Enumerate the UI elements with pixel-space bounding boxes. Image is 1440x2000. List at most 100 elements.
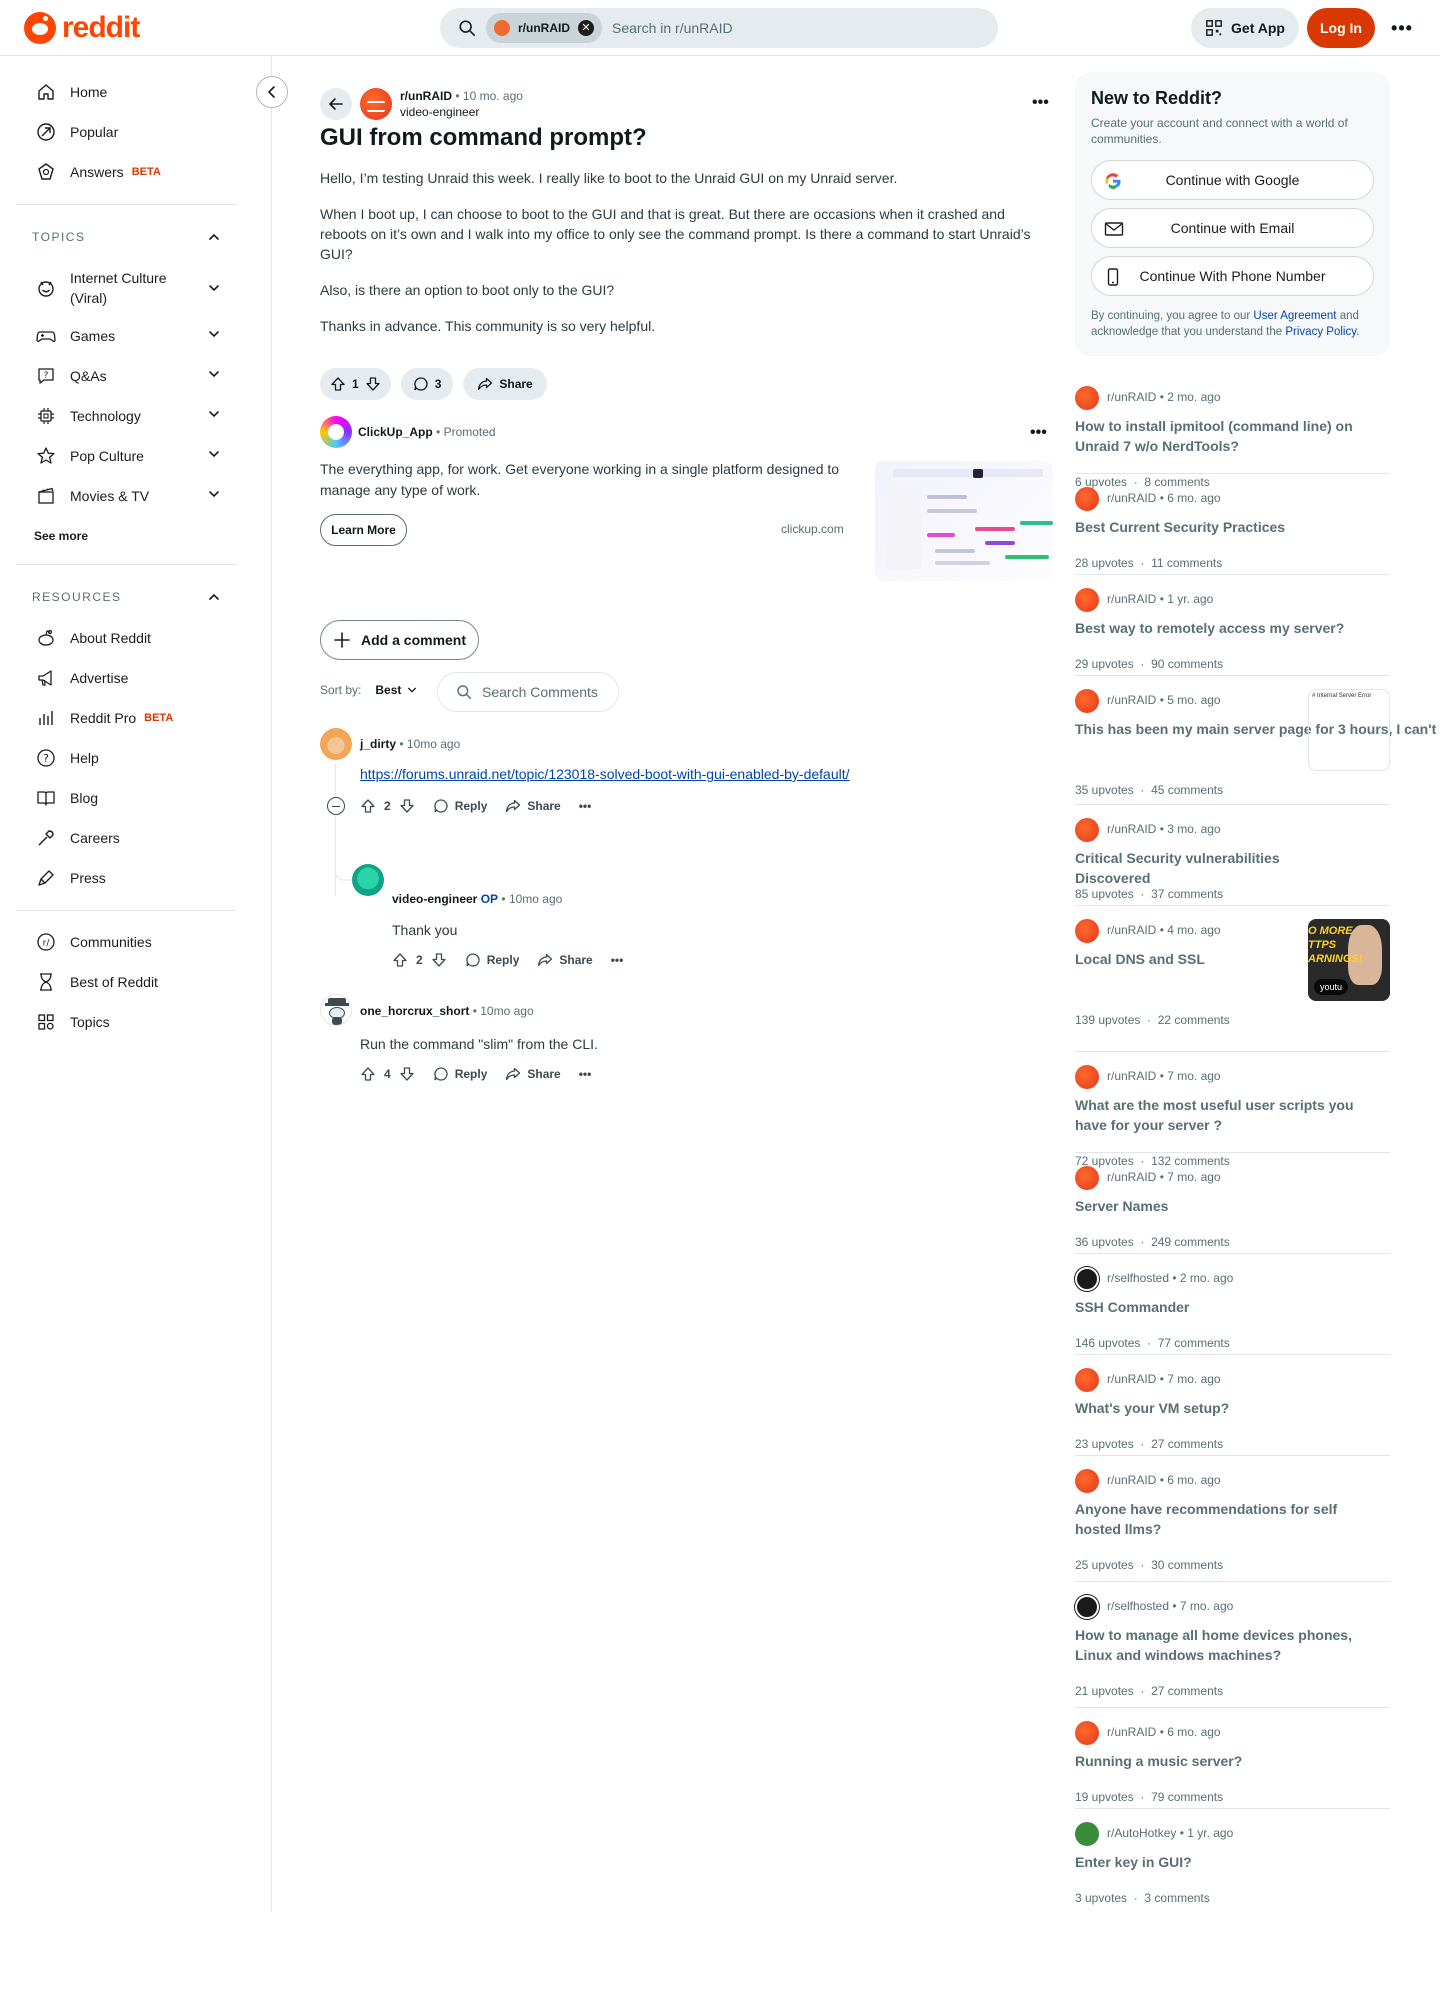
sidebar-item-blog[interactable]: Blog (16, 778, 236, 818)
post-author[interactable]: video-engineer (400, 105, 479, 119)
collapse-thread-button[interactable] (327, 797, 345, 815)
related-post[interactable]: r/unRAID • 4 mo. ago Local DNS and SSL 139… (1075, 919, 1390, 1029)
related-post-subreddit[interactable]: r/selfhosted (1107, 1271, 1169, 1285)
remove-scope-icon[interactable]: ✕ (578, 20, 594, 36)
back-button[interactable] (320, 88, 352, 120)
reply-button[interactable]: Reply (465, 952, 519, 968)
ad-thumbnail[interactable] (875, 461, 1053, 581)
continue-with-google-button[interactable]: Continue with Google (1091, 160, 1374, 200)
downvote-icon[interactable] (431, 952, 447, 968)
search-bar[interactable]: r/unRAID ✕ (440, 8, 998, 48)
sidebar-item-topics[interactable]: Topics (16, 1002, 236, 1042)
related-post-subreddit[interactable]: r/unRAID (1107, 592, 1156, 606)
related-post[interactable]: r/unRAID • 7 mo. ago Server Names 36 upvot… (1075, 1166, 1390, 1251)
get-app-button[interactable]: Get App (1191, 8, 1299, 48)
related-post[interactable]: r/unRAID • 7 mo. ago What are the most us… (1075, 1065, 1390, 1170)
comment-overflow-menu-icon[interactable]: ••• (579, 1067, 592, 1081)
sidebar-item-pop-culture[interactable]: Pop Culture (16, 436, 236, 476)
privacy-policy-link[interactable]: Privacy Policy (1285, 326, 1356, 338)
related-post[interactable]: r/unRAID • 2 mo. ago How to install ipmit… (1075, 386, 1390, 491)
comment-link[interactable]: https://forums.unraid.net/topic/123018-s… (360, 766, 850, 782)
search-scope-chip[interactable]: r/unRAID ✕ (486, 13, 602, 43)
related-post[interactable]: r/AutoHotkey • 1 yr. ago Enter key in GUI… (1075, 1822, 1390, 1907)
related-post[interactable]: r/unRAID • 3 mo. ago Critical Security vu… (1075, 818, 1390, 903)
related-post-subreddit[interactable]: r/unRAID (1107, 693, 1156, 707)
sidebar-item-reddit-pro[interactable]: Reddit Pro BETA (16, 698, 236, 738)
learn-more-button[interactable]: Learn More (320, 514, 407, 546)
upvote-icon[interactable] (360, 1066, 376, 1082)
related-post-subreddit[interactable]: r/unRAID (1107, 923, 1156, 937)
sidebar-item-internet-culture[interactable]: Internet Culture (Viral) (16, 266, 236, 310)
comment-overflow-menu-icon[interactable]: ••• (611, 953, 624, 967)
sidebar-item-technology[interactable]: Technology (16, 396, 236, 436)
search-comments-input[interactable]: Search Comments (437, 672, 619, 712)
share-button[interactable]: Share (505, 1066, 561, 1082)
sidebar-item-help[interactable]: ? Help (16, 738, 236, 778)
comment-author[interactable]: j_dirty (360, 737, 396, 751)
related-post-subreddit[interactable]: r/unRAID (1107, 1372, 1156, 1386)
avatar[interactable] (352, 864, 384, 896)
search-input[interactable] (612, 20, 972, 36)
sidebar-item-about-reddit[interactable]: About Reddit (16, 618, 236, 658)
sidebar-item-press[interactable]: Press (16, 858, 236, 898)
topics-section-header[interactable]: TOPICS (16, 223, 236, 251)
upvote-icon[interactable] (330, 376, 346, 392)
sidebar-item-qas[interactable]: ? Q&As (16, 356, 236, 396)
ad-overflow-menu-icon[interactable]: ••• (1030, 424, 1047, 442)
advertiser-name[interactable]: ClickUp_App (358, 425, 433, 439)
related-post-subreddit[interactable]: r/unRAID (1107, 390, 1156, 404)
share-button[interactable]: Share (537, 952, 593, 968)
related-post[interactable]: r/unRAID • 5 mo. ago This has been my mai… (1075, 689, 1440, 799)
related-post-subreddit[interactable]: r/AutoHotkey (1107, 1826, 1176, 1840)
related-post-subreddit[interactable]: r/unRAID (1107, 491, 1156, 505)
downvote-icon[interactable] (365, 376, 381, 392)
sort-dropdown[interactable]: Best (375, 683, 417, 697)
comment-author[interactable]: video-engineer (392, 892, 477, 906)
advertiser-avatar[interactable] (320, 416, 352, 448)
related-post-subreddit[interactable]: r/unRAID (1107, 822, 1156, 836)
downvote-icon[interactable] (399, 798, 415, 814)
sidebar-item-popular[interactable]: Popular (16, 112, 236, 152)
comment-author[interactable]: one_horcrux_short (360, 1004, 469, 1018)
related-post-subreddit[interactable]: r/selfhosted (1107, 1599, 1169, 1613)
sidebar-item-answers[interactable]: Answers BETA (16, 152, 236, 192)
related-post[interactable]: r/unRAID • 6 mo. ago Running a music serv… (1075, 1721, 1390, 1806)
ad-domain[interactable]: clickup.com (781, 522, 844, 536)
comments-button[interactable]: 3 (400, 368, 454, 400)
continue-with-phone-button[interactable]: Continue With Phone Number (1091, 256, 1374, 296)
related-post-subreddit[interactable]: r/unRAID (1107, 1725, 1156, 1739)
share-button[interactable]: Share (505, 798, 561, 814)
sidebar-item-communities[interactable]: r/ Communities (16, 922, 236, 962)
related-post[interactable]: r/selfhosted • 7 mo. ago How to manage al… (1075, 1595, 1390, 1700)
downvote-icon[interactable] (399, 1066, 415, 1082)
login-button[interactable]: Log In (1307, 8, 1375, 48)
collapse-sidebar-button[interactable] (256, 76, 288, 108)
continue-with-email-button[interactable]: Continue with Email (1091, 208, 1374, 248)
subreddit-avatar[interactable] (360, 88, 392, 120)
related-post-subreddit[interactable]: r/unRAID (1107, 1473, 1156, 1487)
subreddit-link[interactable]: r/unRAID (400, 89, 452, 103)
related-post[interactable]: r/unRAID • 7 mo. ago What's your VM setup… (1075, 1368, 1390, 1453)
related-post-subreddit[interactable]: r/unRAID (1107, 1069, 1156, 1083)
sidebar-item-careers[interactable]: Careers (16, 818, 236, 858)
more-options-icon[interactable]: ••• (1386, 12, 1418, 44)
related-post-subreddit[interactable]: r/unRAID (1107, 1170, 1156, 1184)
post-overflow-menu-icon[interactable]: ••• (1032, 94, 1049, 112)
sidebar-item-best-of-reddit[interactable]: Best of Reddit (16, 962, 236, 1002)
sidebar-item-advertise[interactable]: Advertise (16, 658, 236, 698)
sidebar-item-games[interactable]: Games (16, 316, 236, 356)
reply-button[interactable]: Reply (433, 1066, 487, 1082)
avatar[interactable] (320, 728, 352, 760)
avatar[interactable] (320, 994, 352, 1026)
see-more-link[interactable]: See more (34, 529, 88, 543)
related-post[interactable]: r/unRAID • 6 mo. ago Best Current Securit… (1075, 487, 1390, 572)
sidebar-item-movies-tv[interactable]: Movies & TV (16, 476, 236, 516)
related-post[interactable]: r/selfhosted • 2 mo. ago SSH Commander 146… (1075, 1267, 1390, 1352)
resources-section-header[interactable]: RESOURCES (16, 583, 236, 611)
reddit-logo[interactable]: reddit (24, 12, 140, 44)
share-button[interactable]: Share (463, 368, 547, 400)
related-post[interactable]: r/unRAID • 1 yr. ago Best way to remotely… (1075, 588, 1390, 673)
reply-button[interactable]: Reply (433, 798, 487, 814)
add-comment-button[interactable]: Add a comment (320, 620, 479, 660)
upvote-icon[interactable] (360, 798, 376, 814)
